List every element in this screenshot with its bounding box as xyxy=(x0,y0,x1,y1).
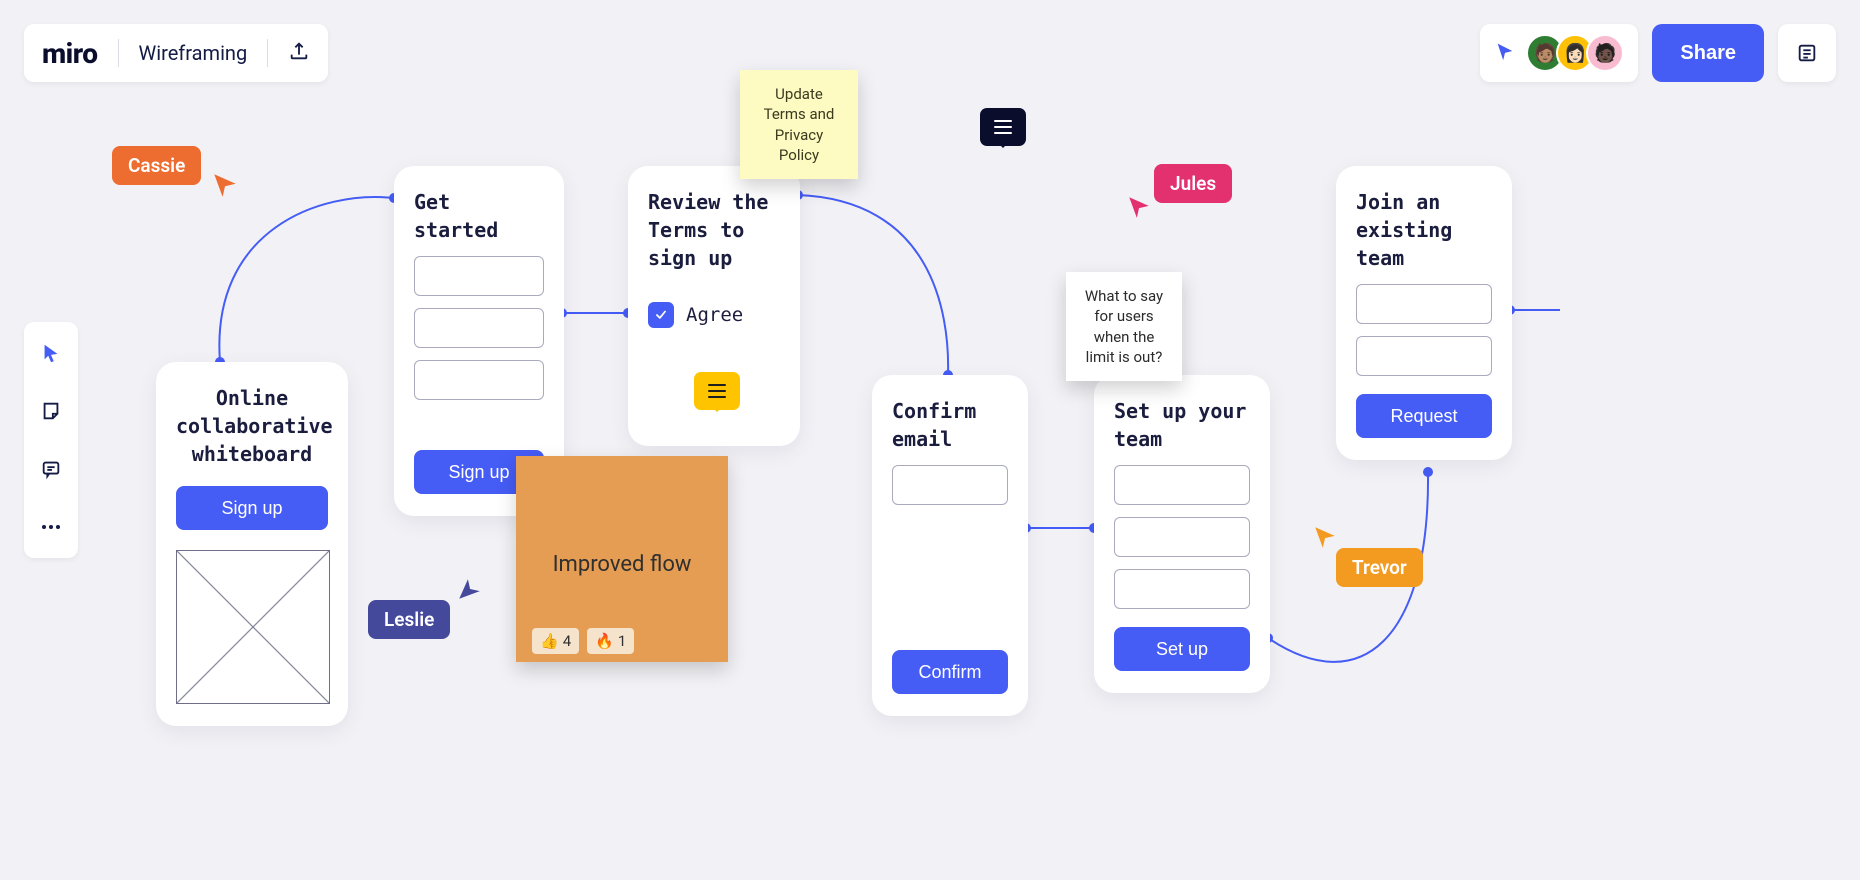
input-field[interactable] xyxy=(414,360,544,400)
presence-pill: 🧑🏽 👩🏻 🧑🏿 xyxy=(1480,24,1638,82)
tool-toolbar xyxy=(24,322,78,558)
cursor-name: Leslie xyxy=(368,600,450,639)
whiteboard-canvas[interactable]: Online collaborative whiteboard Sign up … xyxy=(0,0,1860,880)
sticky-note-white[interactable]: What to say for users when the limit is … xyxy=(1066,272,1182,381)
input-field[interactable] xyxy=(892,465,1008,505)
wireframe-card-welcome[interactable]: Online collaborative whiteboard Sign up xyxy=(156,362,348,726)
more-tools-icon[interactable] xyxy=(34,510,68,544)
comment-tool-icon[interactable] xyxy=(34,452,68,486)
divider xyxy=(267,39,268,67)
sticky-text: What to say for users when the limit is … xyxy=(1085,287,1163,366)
board-menu-button[interactable] xyxy=(1778,24,1836,82)
reaction-thumbsup[interactable]: 👍4 xyxy=(532,628,579,654)
sticky-text: Update Terms and Privacy Policy xyxy=(764,85,835,164)
input-field[interactable] xyxy=(1114,517,1250,557)
agree-label: Agree xyxy=(686,304,743,326)
avatar-stack[interactable]: 🧑🏽 👩🏻 🧑🏿 xyxy=(1526,34,1624,72)
comment-bubble[interactable] xyxy=(980,108,1026,146)
card-title: Get started xyxy=(414,188,544,244)
cursor-icon xyxy=(456,576,482,602)
input-field[interactable] xyxy=(1356,284,1492,324)
cursor-icon xyxy=(211,171,240,200)
reactions: 👍4 🔥1 xyxy=(532,628,712,654)
avatar[interactable]: 🧑🏿 xyxy=(1586,34,1624,72)
reaction-fire[interactable]: 🔥1 xyxy=(587,628,634,654)
cursor-trevor: Trevor xyxy=(1336,548,1423,587)
cursor-name: Trevor xyxy=(1336,548,1423,587)
sticky-text: Improved flow xyxy=(532,550,712,580)
signup-button[interactable]: Sign up xyxy=(176,486,328,530)
wireframe-card-join-team[interactable]: Join an existing team Request xyxy=(1336,166,1512,460)
divider xyxy=(118,39,119,67)
cursor-jules: Jules xyxy=(1154,164,1232,203)
card-title: Join an existing team xyxy=(1356,188,1492,272)
cursor-name: Cassie xyxy=(112,146,201,185)
presentation-cursor-icon[interactable] xyxy=(1494,40,1516,66)
select-tool-icon[interactable] xyxy=(34,336,68,370)
image-placeholder xyxy=(176,550,330,704)
export-icon[interactable] xyxy=(288,40,310,66)
input-field[interactable] xyxy=(414,308,544,348)
board-name[interactable]: Wireframing xyxy=(139,41,248,65)
share-button[interactable]: Share xyxy=(1652,24,1764,82)
card-title: Set up your team xyxy=(1114,397,1250,453)
comment-bubble[interactable] xyxy=(694,372,740,410)
agree-row: Agree xyxy=(648,302,780,328)
cursor-icon xyxy=(1312,524,1338,550)
cursor-name: Jules xyxy=(1154,164,1232,203)
card-title: Review the Terms to sign up xyxy=(648,188,780,272)
logo[interactable]: miro xyxy=(42,37,98,70)
card-title: Online collaborative whiteboard xyxy=(176,384,328,468)
wireframe-card-confirm-email[interactable]: Confirm email Confirm xyxy=(872,375,1028,716)
sticky-note-orange[interactable]: Improved flow 👍4 🔥1 xyxy=(516,456,728,662)
input-field[interactable] xyxy=(1114,465,1250,505)
input-field[interactable] xyxy=(1114,569,1250,609)
card-title: Confirm email xyxy=(892,397,1008,453)
sticky-note-yellow[interactable]: Update Terms and Privacy Policy xyxy=(740,70,858,179)
cursor-cassie: Cassie xyxy=(112,146,201,185)
cursor-icon xyxy=(1126,194,1152,220)
setup-button[interactable]: Set up xyxy=(1114,627,1250,671)
agree-checkbox[interactable] xyxy=(648,302,674,328)
sticky-note-tool-icon[interactable] xyxy=(34,394,68,428)
wireframe-card-setup-team[interactable]: Set up your team Set up xyxy=(1094,375,1270,693)
topbar-right: 🧑🏽 👩🏻 🧑🏿 Share xyxy=(1480,24,1836,82)
request-button[interactable]: Request xyxy=(1356,394,1492,438)
input-field[interactable] xyxy=(414,256,544,296)
cursor-leslie: Leslie xyxy=(368,600,450,639)
topbar-left: miro Wireframing xyxy=(24,24,328,82)
confirm-button[interactable]: Confirm xyxy=(892,650,1008,694)
input-field[interactable] xyxy=(1356,336,1492,376)
